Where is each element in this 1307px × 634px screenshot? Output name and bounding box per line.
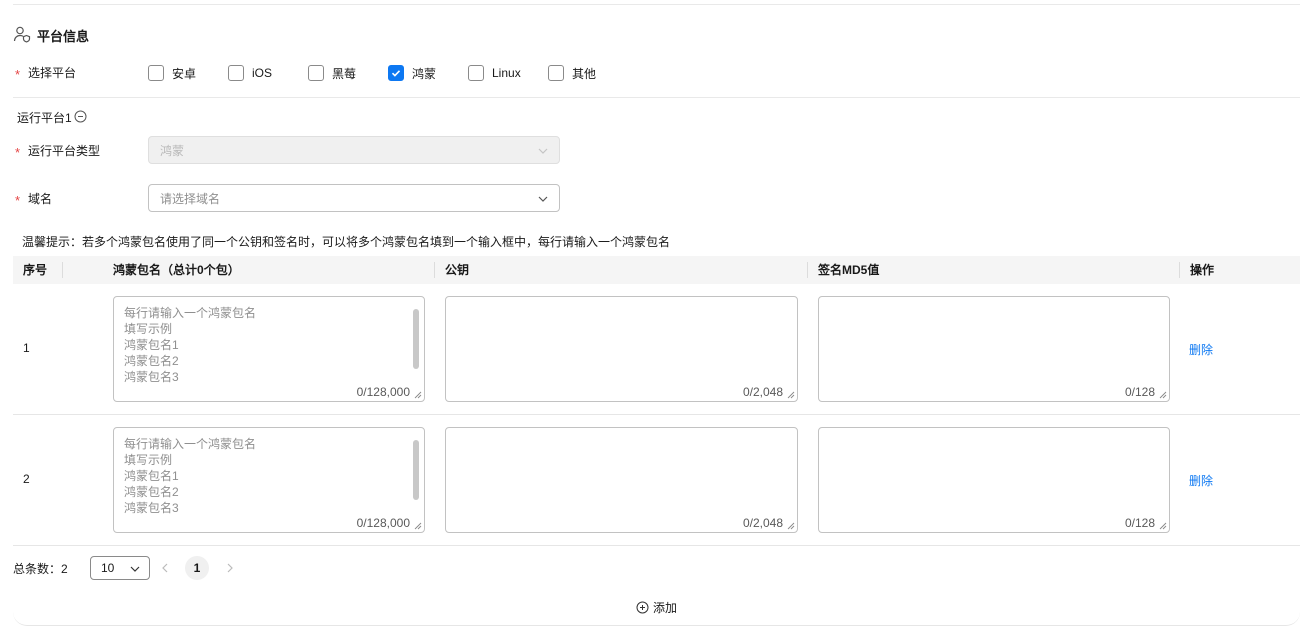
domain-select[interactable]: 请选择域名 [148, 184, 560, 212]
section-title: 平台信息 [37, 28, 90, 44]
resize-handle-icon[interactable] [787, 391, 795, 399]
delete-link[interactable]: 删除 [1189, 341, 1213, 358]
tip-text: 温馨提示：若多个鸿蒙包名使用了同一个公钥和签名时，可以将多个鸿蒙包名填到一个输入… [22, 235, 671, 249]
run-platform-type-row: * 运行平台类型 [15, 142, 101, 160]
col-separator [62, 262, 63, 278]
char-count: 0/128,000 [356, 516, 410, 530]
platform-option[interactable]: 安卓 [148, 64, 228, 82]
col-md5: 签名MD5值 [818, 263, 880, 277]
platform-option-label: Linux [492, 66, 521, 80]
row-index: 2 [23, 472, 30, 486]
platform-option[interactable]: 鸿蒙 [388, 64, 468, 82]
char-count: 0/128,000 [356, 385, 410, 399]
col-package-text: 鸿蒙包名 [113, 263, 162, 277]
chevron-right-icon[interactable] [224, 562, 236, 574]
page-current[interactable]: 1 [185, 556, 209, 580]
platform-option[interactable]: Linux [468, 64, 548, 82]
required-mark: * [15, 193, 21, 208]
add-button[interactable]: 添加 [636, 599, 677, 616]
col-separator [1179, 262, 1180, 278]
md5-textarea[interactable]: 0/128 [818, 427, 1170, 533]
platform-checkbox[interactable] [228, 65, 244, 81]
package-placeholder: 每行请输入一个鸿蒙包名 填写示例 鸿蒙包名1 鸿蒙包名2 鸿蒙包名3 [124, 437, 257, 515]
platform-option-label: 鸿蒙 [412, 66, 437, 81]
char-count: 0/128 [1124, 516, 1155, 530]
page: 平台信息 * 选择平台 安卓 iOS 黑莓 鸿蒙 Linux 其他 运行平台1 * 运行平… [0, 0, 1307, 634]
scrollbar[interactable] [413, 309, 419, 369]
col-package-count: （总计0个包） [161, 263, 240, 277]
table-body: 1 每行请输入一个鸿蒙包名 填写示例 鸿蒙包名1 鸿蒙包名2 鸿蒙包名3 0/128… [13, 284, 1300, 546]
package-table: 序号 鸿蒙包名（总计0个包） 公钥 签名MD5值 操作 1 每行请输入一个鸿蒙包名… [13, 256, 1300, 546]
platform-checkbox[interactable] [148, 65, 164, 81]
col-ops: 操作 [1190, 263, 1215, 277]
platform-checkbox[interactable] [548, 65, 564, 81]
pagination: 总条数：2 10 1 [13, 556, 233, 580]
platform-checkbox[interactable] [468, 65, 484, 81]
resize-handle-icon[interactable] [414, 391, 422, 399]
col-separator [434, 262, 435, 278]
platform-select-label: 选择平台 [28, 66, 77, 80]
col-index: 序号 [23, 263, 48, 277]
required-mark: * [15, 67, 21, 82]
pubkey-textarea[interactable]: 0/2,048 [445, 427, 798, 533]
platform-select-row: * 选择平台 [15, 64, 77, 82]
domain-row: * 域名 [15, 190, 53, 208]
chevron-left-icon[interactable] [159, 562, 171, 574]
section-header: 平台信息 [13, 26, 89, 44]
platform-checkbox[interactable] [388, 65, 404, 81]
platform-option-label: 其他 [572, 66, 597, 81]
run-platform-type-select: 鸿蒙 [148, 136, 560, 164]
row-index: 1 [23, 341, 30, 355]
resize-handle-icon[interactable] [414, 522, 422, 530]
col-pubkey: 公钥 [445, 263, 470, 277]
domain-placeholder: 请选择域名 [160, 191, 221, 206]
run-platform-title: 运行平台1 [17, 109, 87, 126]
delete-link[interactable]: 删除 [1189, 472, 1213, 489]
table-row: 2 每行请输入一个鸿蒙包名 填写示例 鸿蒙包名1 鸿蒙包名2 鸿蒙包名3 0/128… [13, 415, 1300, 546]
scrollbar[interactable] [413, 440, 419, 500]
resize-handle-icon[interactable] [1159, 391, 1167, 399]
add-bar: 添加 [13, 590, 1300, 626]
run-platform-type-label: 运行平台类型 [28, 144, 101, 158]
package-textarea[interactable]: 每行请输入一个鸿蒙包名 填写示例 鸿蒙包名1 鸿蒙包名2 鸿蒙包名3 0/128,… [113, 296, 425, 402]
platform-option-label: iOS [252, 66, 273, 80]
run-platform-type-value: 鸿蒙 [160, 143, 185, 158]
collapse-minus-icon[interactable] [72, 110, 87, 126]
char-count: 0/2,048 [742, 516, 783, 530]
platform-checkbox[interactable] [308, 65, 324, 81]
user-shield-icon [13, 25, 31, 46]
platform-checkbox-group: 安卓 iOS 黑莓 鸿蒙 Linux 其他 [148, 64, 628, 82]
required-mark: * [15, 145, 21, 160]
plus-circle-icon [636, 601, 649, 614]
table-header: 序号 鸿蒙包名（总计0个包） 公钥 签名MD5值 操作 [13, 256, 1300, 284]
check-icon [391, 70, 401, 77]
total-count: 总条数：2 [13, 561, 68, 576]
col-separator [807, 262, 808, 278]
resize-handle-icon[interactable] [1159, 522, 1167, 530]
platform-option[interactable]: 黑莓 [308, 64, 388, 82]
chevron-down-icon [538, 148, 548, 154]
chevron-down-icon [130, 566, 140, 572]
run-platform-title-text: 运行平台1 [17, 111, 72, 125]
platform-option-label: 安卓 [172, 66, 197, 81]
page-size-select[interactable]: 10 [90, 556, 150, 580]
col-package: 鸿蒙包名（总计0个包） [113, 256, 240, 284]
char-count: 0/128 [1124, 385, 1155, 399]
pubkey-textarea[interactable]: 0/2,048 [445, 296, 798, 402]
platform-option-label: 黑莓 [332, 66, 357, 81]
table-row: 1 每行请输入一个鸿蒙包名 填写示例 鸿蒙包名1 鸿蒙包名2 鸿蒙包名3 0/128… [13, 284, 1300, 415]
md5-textarea[interactable]: 0/128 [818, 296, 1170, 402]
section-divider [13, 97, 1300, 98]
top-divider [13, 4, 1300, 5]
chevron-down-icon [538, 196, 548, 202]
package-placeholder: 每行请输入一个鸿蒙包名 填写示例 鸿蒙包名1 鸿蒙包名2 鸿蒙包名3 [124, 306, 257, 384]
domain-label: 域名 [28, 192, 53, 206]
char-count: 0/2,048 [742, 385, 783, 399]
resize-handle-icon[interactable] [787, 522, 795, 530]
add-label: 添加 [652, 601, 677, 615]
page-size-value: 10 [101, 561, 115, 575]
platform-option[interactable]: 其他 [548, 64, 628, 82]
package-textarea[interactable]: 每行请输入一个鸿蒙包名 填写示例 鸿蒙包名1 鸿蒙包名2 鸿蒙包名3 0/128,… [113, 427, 425, 533]
platform-option[interactable]: iOS [228, 64, 308, 82]
